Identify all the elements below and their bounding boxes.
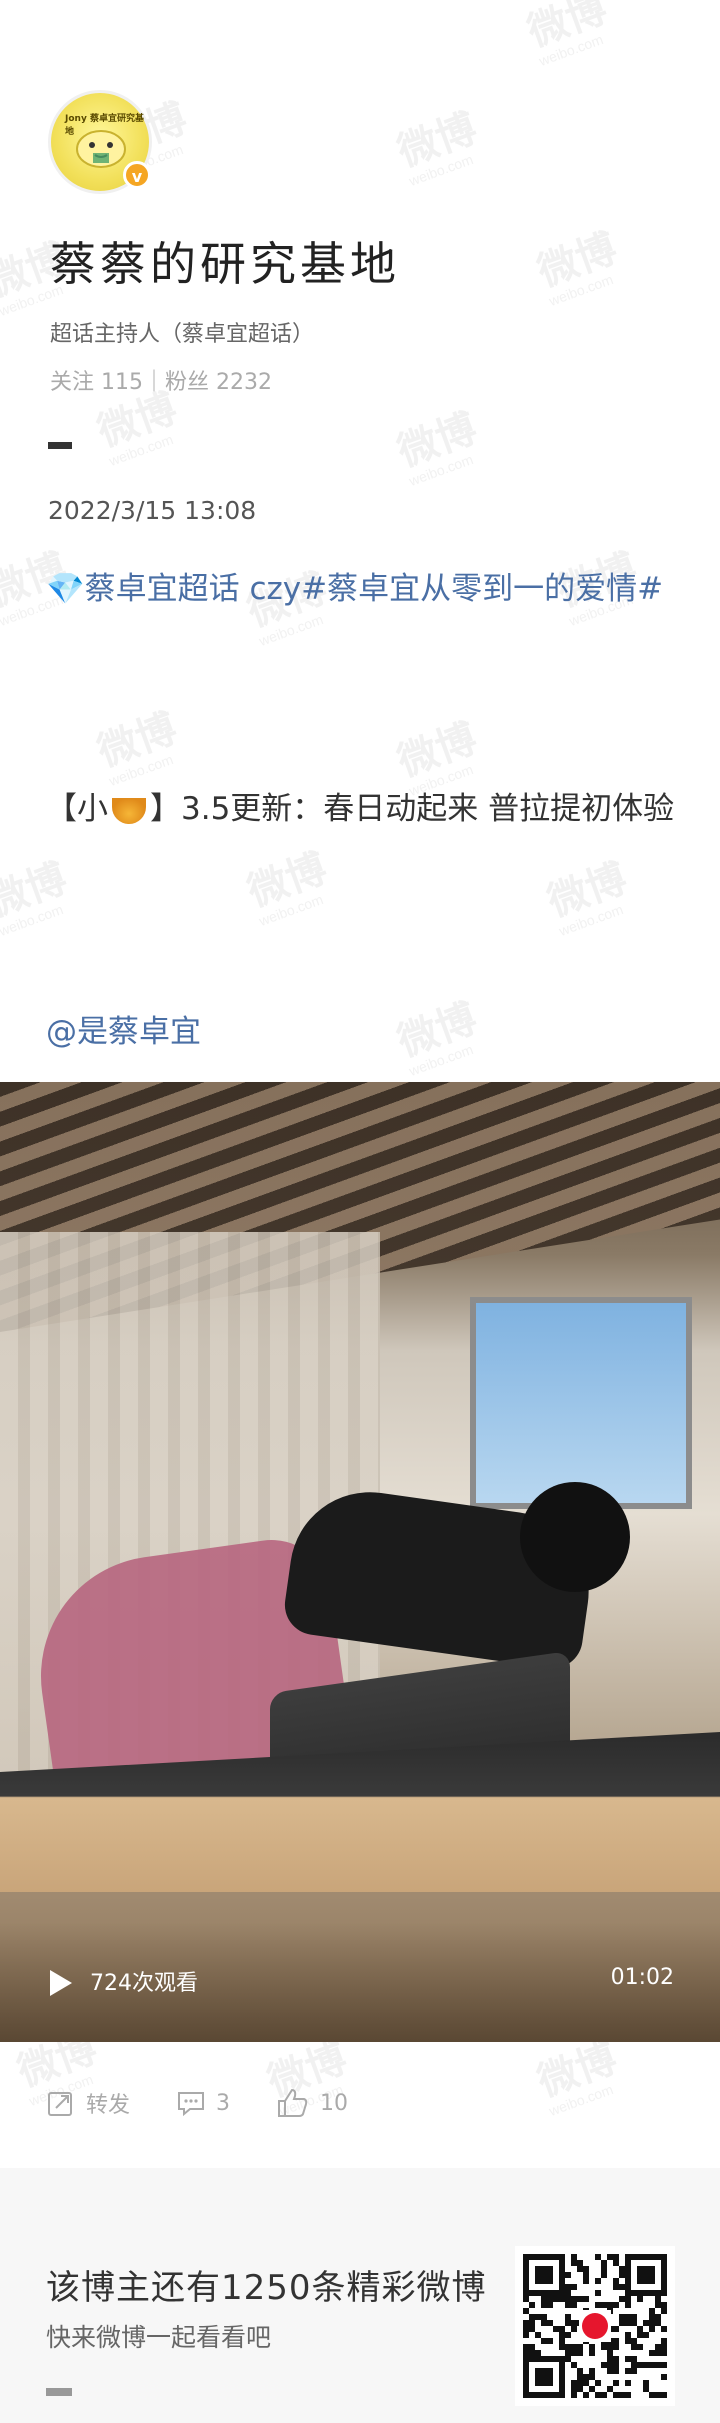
footer-promo: 该博主还有1250条精彩微博 快来微博一起看看吧	[0, 2168, 720, 2423]
post-topic-line[interactable]: 💎蔡卓宜超话 czy#蔡卓宜从零到一的爱情#	[46, 552, 676, 627]
video-scene-window	[470, 1297, 692, 1509]
watermark-text: 微博	[542, 856, 633, 925]
watermark-sub: weibo.com	[406, 451, 476, 489]
footer-title: 该博主还有1250条精彩微博	[46, 2268, 487, 2308]
watermark-sub: weibo.com	[556, 901, 626, 939]
watermark-sub: weibo.com	[546, 2081, 616, 2119]
post-date: 2022/3/15 13:08	[48, 496, 257, 525]
watermark-text: 微博	[392, 106, 483, 175]
watermark-text: 微博	[392, 406, 483, 475]
watermark-sub: weibo.com	[406, 151, 476, 189]
video-player[interactable]: 724次观看 01:02	[0, 1082, 720, 2042]
action-bar: 转发 3 10	[46, 2085, 394, 2121]
watermark-text: 微博	[242, 846, 333, 915]
watermark-sub: weibo.com	[0, 901, 66, 939]
section-divider	[48, 442, 72, 449]
repost-label: 转发	[86, 2093, 131, 2118]
profile-stats: 关注 115｜粉丝 2232	[50, 370, 272, 395]
qr-code-image	[523, 2254, 667, 2398]
footer-subtitle: 快来微博一起看看吧	[46, 2323, 272, 2352]
bowl-emoji-icon	[112, 797, 146, 824]
profile-name[interactable]: 蔡蔡的研究基地	[50, 228, 400, 294]
post-body-suffix: 】3.5更新：春日动起来 普拉提初体验	[150, 791, 675, 827]
repost-icon	[48, 2092, 72, 2116]
watermark-sub: weibo.com	[406, 1041, 476, 1079]
watermark-sub: weibo.com	[536, 31, 606, 69]
post-body-prefix: 【小	[46, 791, 108, 827]
watermark-text: 微博	[92, 706, 183, 775]
comment-count: 3	[216, 2090, 231, 2116]
like-button[interactable]: 10	[276, 2087, 348, 2119]
watermark-sub: weibo.com	[546, 271, 616, 309]
user-mention-link[interactable]: @是蔡卓宜	[46, 1006, 201, 1051]
thumbs-up-icon	[278, 2088, 308, 2117]
video-view-count: 724次观看	[90, 1971, 198, 1996]
watermark-text: 微博	[532, 2036, 623, 2105]
video-scene-hair	[520, 1482, 630, 1592]
watermark-text: 微博	[522, 0, 613, 55]
watermark-text: 微博	[0, 856, 73, 925]
watermark-sub: weibo.com	[106, 431, 176, 469]
watermark-text: 微博	[392, 996, 483, 1065]
watermark-text: 微博	[532, 226, 623, 295]
avatar[interactable]: Jony 蔡卓宜研究基地 v	[48, 90, 152, 194]
profile-header: Jony 蔡卓宜研究基地 v	[48, 90, 152, 194]
comment-button[interactable]: 3	[176, 2088, 230, 2118]
cat-face-icon	[76, 130, 126, 168]
repost-button[interactable]: 转发	[46, 2087, 130, 2119]
footer-divider	[46, 2388, 72, 2396]
play-icon[interactable]	[50, 1970, 72, 1996]
post-body: 【小 】3.5更新：春日动起来 普拉提初体验	[46, 772, 676, 847]
watermark-text: 微博	[92, 386, 183, 455]
video-duration: 01:02	[610, 1965, 674, 1990]
verified-badge-icon: v	[123, 161, 151, 189]
watermark-sub: weibo.com	[256, 891, 326, 929]
comment-icon	[178, 2092, 205, 2117]
qr-code[interactable]	[515, 2246, 675, 2406]
like-count: 10	[320, 2090, 349, 2116]
profile-role: 超话主持人（蔡卓宜超话）	[50, 322, 315, 347]
